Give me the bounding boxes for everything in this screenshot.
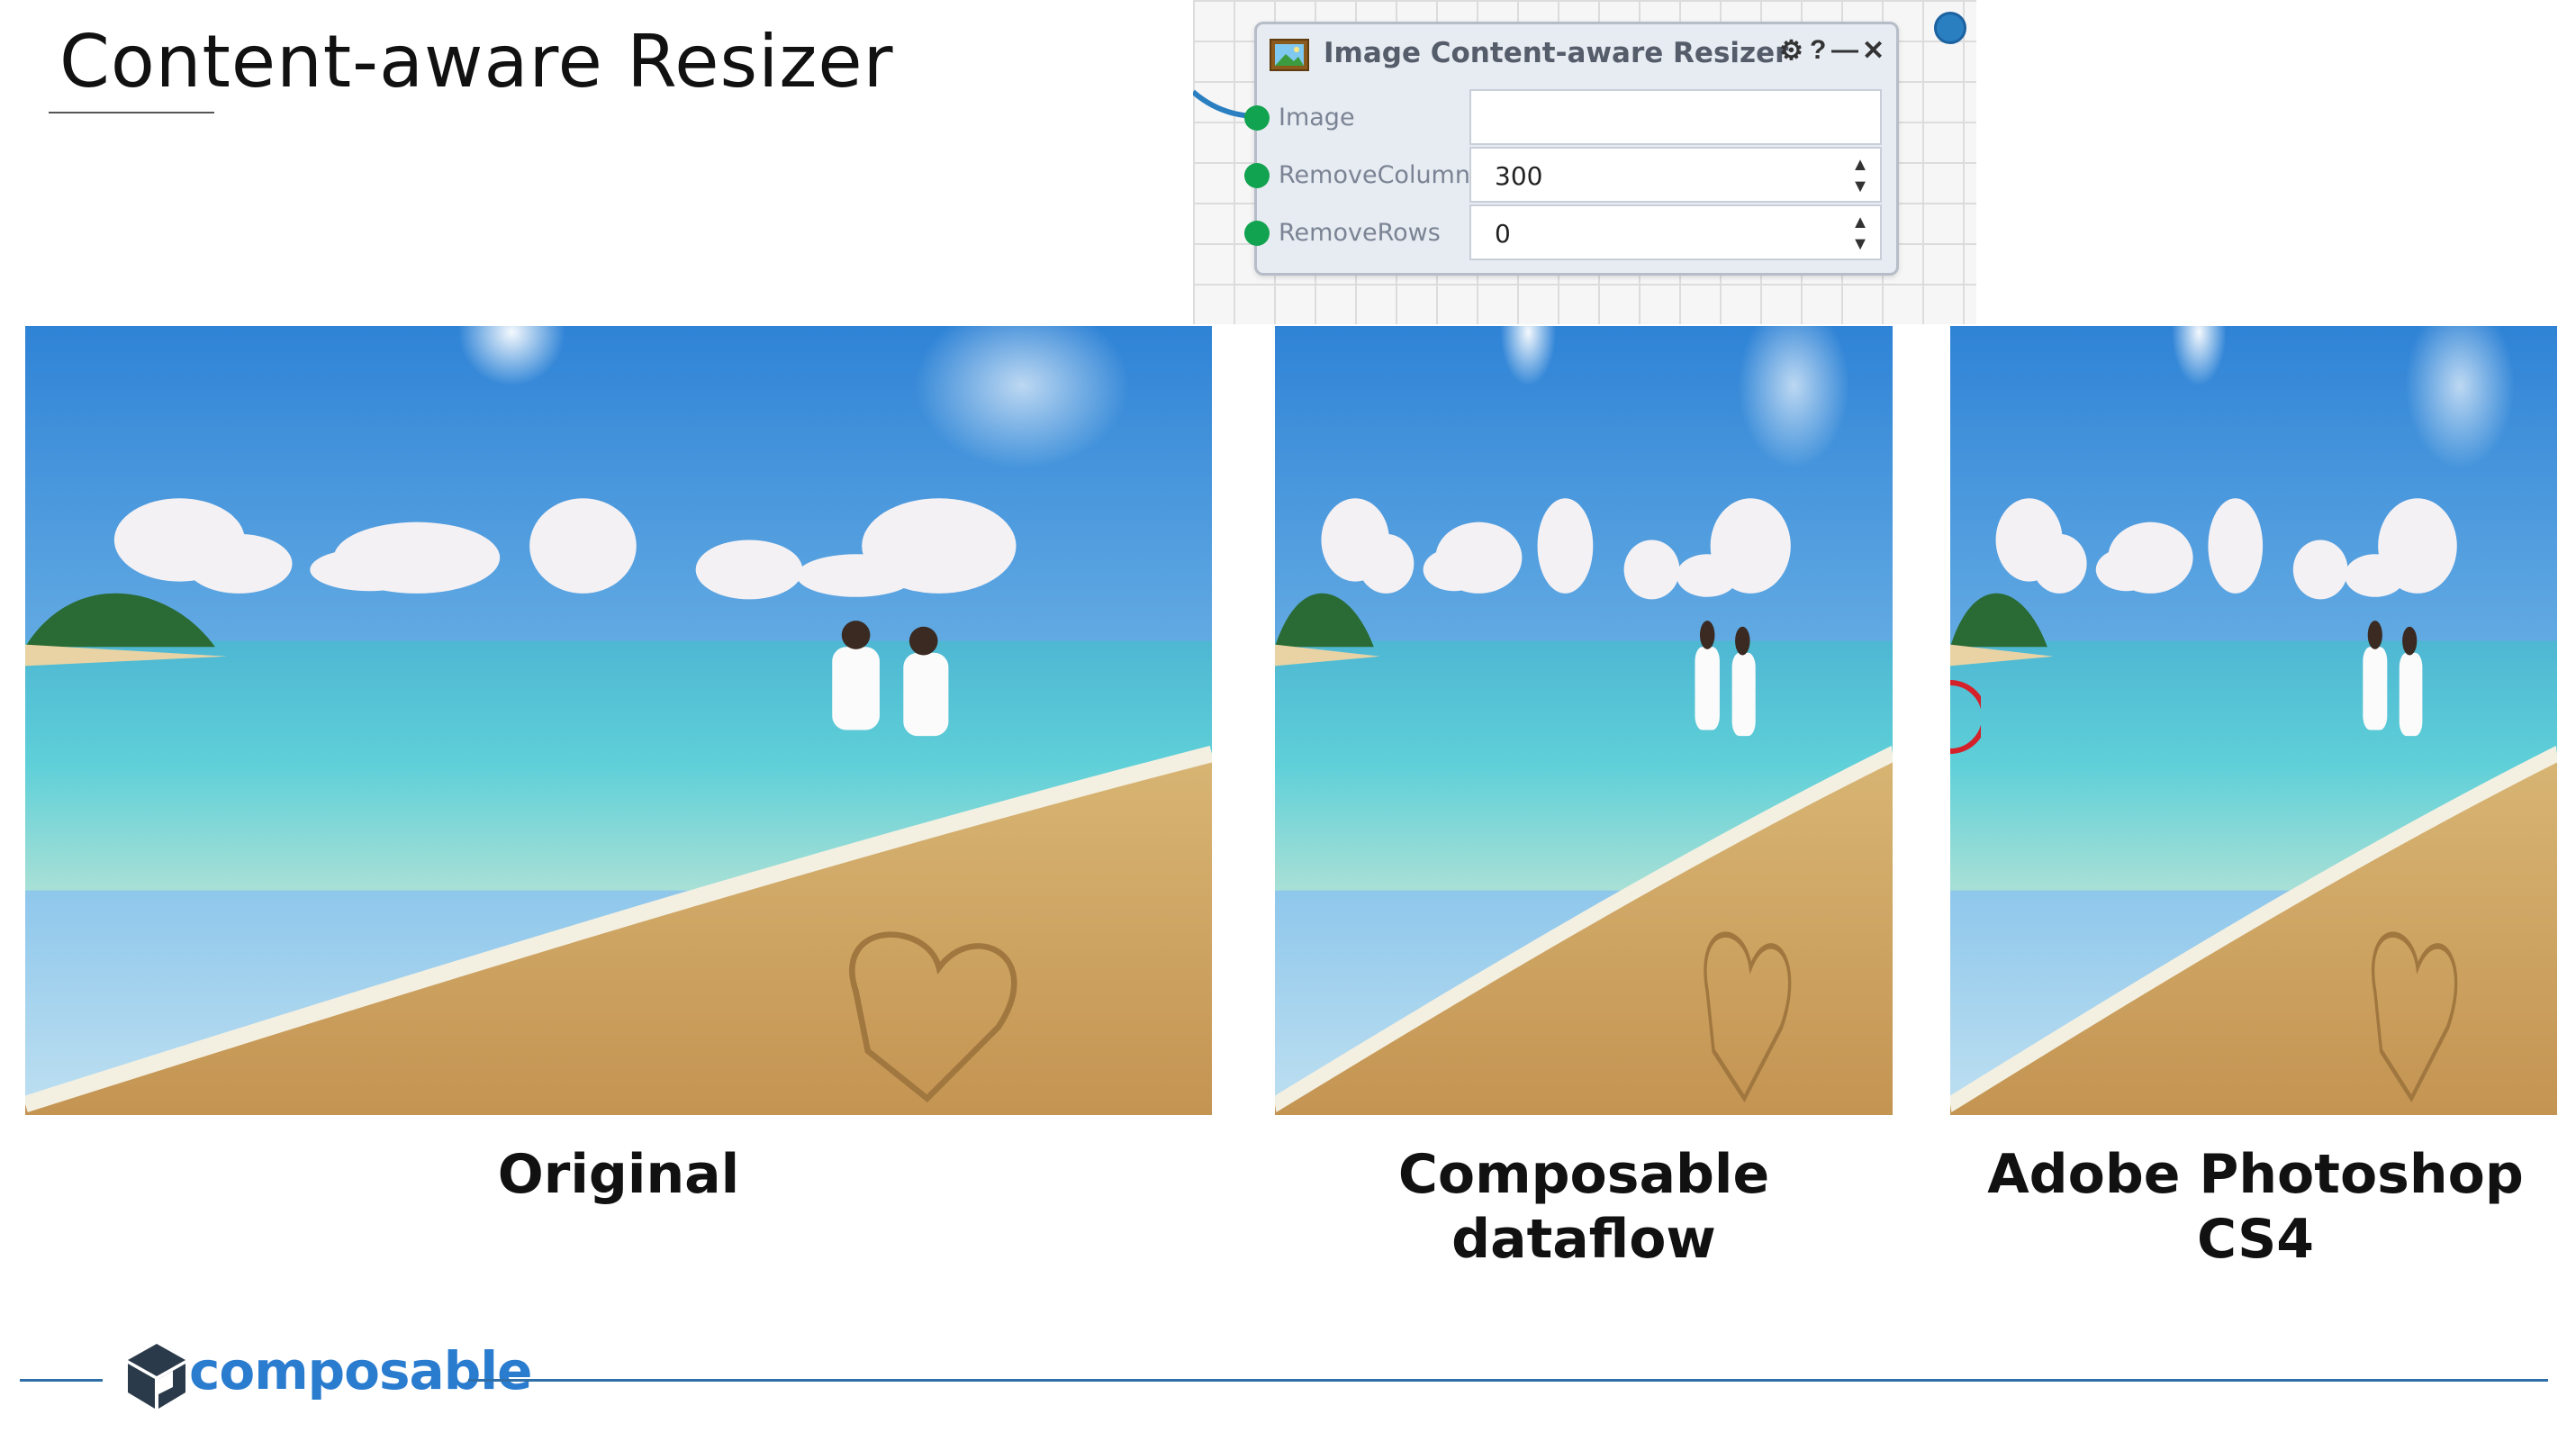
close-icon[interactable]: ✕: [1862, 35, 1885, 67]
decrement-icon[interactable]: ▼: [1851, 176, 1869, 197]
image-input-port[interactable]: [1244, 105, 1270, 131]
increment-icon[interactable]: ▲: [1851, 154, 1869, 176]
input-row-image: Image: [1244, 89, 1896, 147]
caption-original: Original: [497, 1143, 740, 1206]
composable-result-photo: [1275, 326, 1893, 1115]
port-label: Image: [1279, 104, 1355, 131]
image-field[interactable]: [1469, 89, 1882, 145]
port-label: RemoveColumns: [1279, 161, 1484, 189]
decrement-icon[interactable]: ▼: [1851, 233, 1869, 255]
node-title: Image Content-aware Resizer: [1324, 37, 1789, 69]
caption-photoshop: Adobe Photoshop CS4: [1987, 1143, 2524, 1271]
minimize-icon[interactable]: —: [1831, 35, 1858, 66]
title-underline: [49, 112, 214, 113]
composable-logo-icon: [128, 1344, 185, 1409]
caption-composable-line2: dataflow: [1451, 1208, 1716, 1271]
output-port[interactable]: [1934, 12, 1966, 44]
help-icon[interactable]: ?: [1810, 35, 1826, 66]
photoshop-result-photo: [1950, 326, 2557, 1115]
field-value: 0: [1495, 219, 1511, 249]
content-aware-resizer-node[interactable]: Image Content-aware Resizer ⚙ ? — ✕ Imag…: [1244, 12, 1966, 276]
footer-divider-left: [20, 1379, 103, 1382]
image-icon: [1270, 39, 1309, 71]
artifact-circle-marker: [1949, 680, 1981, 754]
dataflow-canvas[interactable]: Image Content-aware Resizer ⚙ ? — ✕ Imag…: [1193, 0, 1976, 324]
increment-icon[interactable]: ▲: [1851, 212, 1869, 233]
footer-divider-right: [468, 1379, 2548, 1382]
node-header[interactable]: Image Content-aware Resizer ⚙ ? — ✕: [1257, 24, 1896, 86]
port-label: RemoveRows: [1279, 219, 1441, 247]
caption-composable-line1: Composable: [1397, 1143, 1770, 1206]
removerows-stepper[interactable]: 0 ▲ ▼: [1469, 204, 1882, 260]
brand-name: composable: [189, 1340, 532, 1401]
slide-title: Content-aware Resizer: [59, 20, 894, 104]
input-row-removecolumns: RemoveColumns 300 ▲ ▼: [1244, 147, 1896, 204]
settings-icon[interactable]: ⚙: [1779, 35, 1803, 67]
original-photo: [25, 326, 1212, 1115]
removecolumns-input-port[interactable]: [1244, 163, 1270, 188]
removerows-input-port[interactable]: [1244, 221, 1270, 246]
input-row-removerows: RemoveRows 0 ▲ ▼: [1244, 204, 1896, 262]
removecolumns-stepper[interactable]: 300 ▲ ▼: [1469, 147, 1882, 203]
field-value: 300: [1495, 161, 1543, 191]
